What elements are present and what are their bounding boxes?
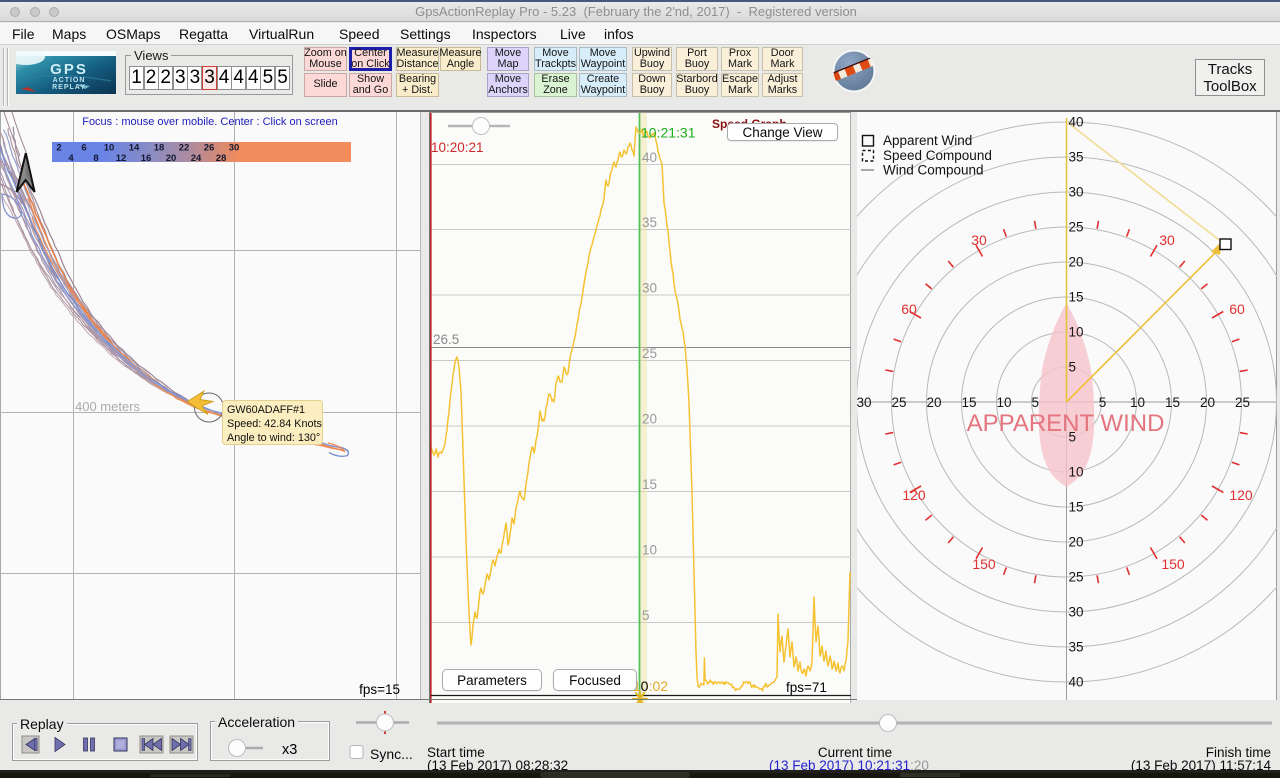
svg-text:2: 2 xyxy=(56,143,61,154)
svg-text:GPS: GPS xyxy=(50,61,88,78)
svg-text:10:02: 10:02 xyxy=(633,678,668,694)
svg-text:5: 5 xyxy=(642,608,650,623)
svg-text:20: 20 xyxy=(1069,255,1084,270)
svg-text:15: 15 xyxy=(1069,290,1084,305)
svg-text:GW60ADAFF#1: GW60ADAFF#1 xyxy=(227,404,305,416)
svg-text:10:21:31: 10:21:31 xyxy=(641,125,696,141)
svg-text:Speed: 42.84 Knots: Speed: 42.84 Knots xyxy=(227,418,322,430)
svg-text:120: 120 xyxy=(1229,487,1253,503)
svg-text:5: 5 xyxy=(1069,360,1077,375)
svg-text:40: 40 xyxy=(1069,675,1084,690)
svg-text:Apparent Wind: Apparent Wind xyxy=(883,133,972,148)
svg-text:fps=71: fps=71 xyxy=(786,680,827,695)
svg-text:6: 6 xyxy=(81,143,86,154)
svg-text:30: 30 xyxy=(642,281,657,296)
svg-text:15: 15 xyxy=(642,477,657,492)
svg-text:60: 60 xyxy=(901,301,917,317)
svg-text:12: 12 xyxy=(116,153,127,164)
svg-text:10: 10 xyxy=(1069,465,1084,480)
svg-text:10: 10 xyxy=(997,395,1012,410)
svg-text:5: 5 xyxy=(1032,395,1040,410)
svg-text:14: 14 xyxy=(129,143,140,154)
svg-text:APPARENT WIND: APPARENT WIND xyxy=(967,410,1165,437)
svg-text:25: 25 xyxy=(642,346,657,361)
svg-text:30: 30 xyxy=(971,232,987,248)
svg-text:20: 20 xyxy=(166,153,177,164)
svg-text:20: 20 xyxy=(642,412,657,427)
svg-text:REPLAY: REPLAY xyxy=(52,84,86,91)
svg-text:30: 30 xyxy=(857,395,872,410)
svg-text:28: 28 xyxy=(216,153,227,164)
svg-text:400 meters: 400 meters xyxy=(75,399,141,414)
svg-text:0: 0 xyxy=(641,678,649,694)
svg-text:16: 16 xyxy=(141,153,152,164)
svg-text:26: 26 xyxy=(204,143,215,154)
svg-text:18: 18 xyxy=(154,143,165,154)
svg-text:x3: x3 xyxy=(282,742,297,758)
svg-text:10: 10 xyxy=(104,143,115,154)
svg-text:10:20:21: 10:20:21 xyxy=(431,140,484,155)
svg-text:30: 30 xyxy=(1069,185,1084,200)
svg-text:25: 25 xyxy=(1069,220,1084,235)
svg-text:24: 24 xyxy=(191,153,202,164)
svg-text:35: 35 xyxy=(1069,150,1084,165)
svg-text:15: 15 xyxy=(1165,395,1180,410)
svg-text:40: 40 xyxy=(1069,115,1084,130)
svg-text:20: 20 xyxy=(927,395,942,410)
svg-text:26.5: 26.5 xyxy=(433,332,459,347)
svg-text:150: 150 xyxy=(972,556,996,572)
svg-text:ACTION: ACTION xyxy=(53,77,86,84)
svg-text:Angle to wind: 130°: Angle to wind: 130° xyxy=(227,432,320,444)
svg-text:30: 30 xyxy=(229,143,240,154)
svg-text:Focus : mouse over mobile. Cen: Focus : mouse over mobile. Center : Clic… xyxy=(82,116,338,128)
svg-text:10: 10 xyxy=(642,543,657,558)
svg-text:30: 30 xyxy=(1159,232,1175,248)
svg-text:fps=15: fps=15 xyxy=(359,682,400,697)
svg-text:120: 120 xyxy=(902,487,926,503)
svg-text:150: 150 xyxy=(1161,556,1185,572)
svg-text:8: 8 xyxy=(93,153,98,164)
svg-text:5: 5 xyxy=(1069,430,1077,445)
svg-text:25: 25 xyxy=(1069,570,1084,585)
svg-text:4: 4 xyxy=(68,153,74,164)
svg-text:30: 30 xyxy=(1069,605,1084,620)
svg-text:10: 10 xyxy=(1130,395,1145,410)
svg-text:15: 15 xyxy=(1069,500,1084,515)
svg-text:5: 5 xyxy=(1099,395,1107,410)
svg-text:35: 35 xyxy=(642,215,657,230)
svg-text:Wind Compound: Wind Compound xyxy=(883,163,984,178)
svg-text:15: 15 xyxy=(962,395,977,410)
svg-text:22: 22 xyxy=(179,143,190,154)
svg-text:20: 20 xyxy=(1200,395,1215,410)
svg-text:40: 40 xyxy=(642,150,657,165)
svg-text:25: 25 xyxy=(892,395,907,410)
svg-text:25: 25 xyxy=(1235,395,1250,410)
svg-text:Speed Compound: Speed Compound xyxy=(883,148,992,163)
svg-text:35: 35 xyxy=(1069,640,1084,655)
svg-text:20: 20 xyxy=(1069,535,1084,550)
svg-text:60: 60 xyxy=(1229,301,1245,317)
svg-text:10: 10 xyxy=(1069,325,1084,340)
